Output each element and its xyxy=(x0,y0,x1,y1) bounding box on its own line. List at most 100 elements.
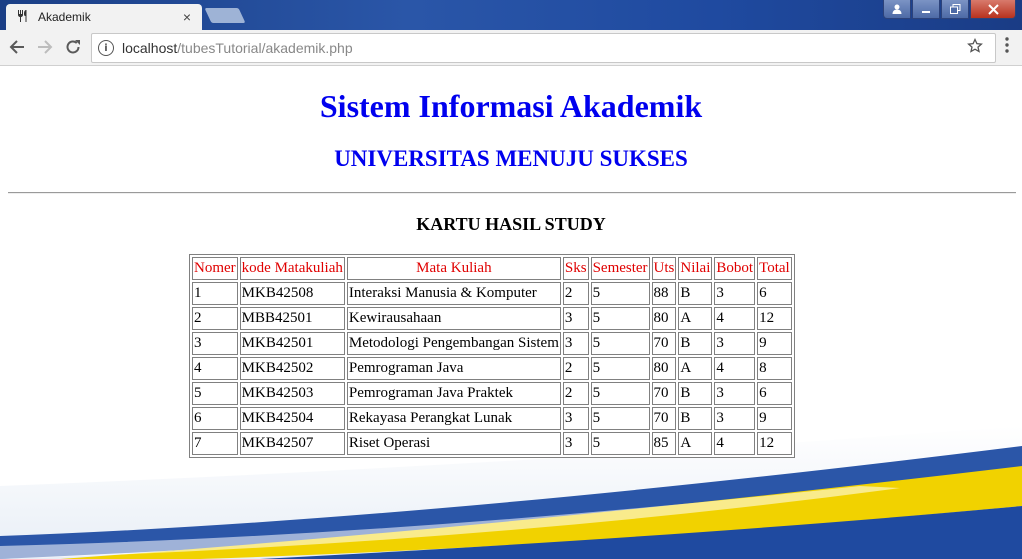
cell-bobot: 3 xyxy=(714,382,756,405)
cell-nomer: 7 xyxy=(192,432,238,455)
cell-semester: 5 xyxy=(590,407,650,430)
cell-uts: 70 xyxy=(651,382,677,405)
column-header: Total xyxy=(757,257,792,280)
user-icon[interactable] xyxy=(883,0,911,19)
cell-mata-kuliah: Metodologi Pengembangan Sistem xyxy=(346,332,561,355)
cell-kode: MKB42501 xyxy=(239,332,345,355)
table-row: 7 MKB42507 Riset Operasi 3 5 85 A 4 12 xyxy=(192,432,792,455)
url-path: /tubesTutorial/akademik.php xyxy=(177,40,353,56)
minimize-button[interactable] xyxy=(912,0,940,19)
cell-kode: MBB42501 xyxy=(239,307,345,330)
table-row: 1 MKB42508 Interaksi Manusia & Komputer 2 5 8… xyxy=(192,282,792,305)
cell-total: 12 xyxy=(757,307,792,330)
cell-bobot: 3 xyxy=(714,282,756,305)
cell-semester: 5 xyxy=(590,432,650,455)
browser-tab[interactable]: Akademik × xyxy=(6,4,202,30)
cell-mata-kuliah: Riset Operasi xyxy=(346,432,561,455)
cell-kode: MKB42503 xyxy=(239,382,345,405)
column-header: Mata Kuliah xyxy=(346,257,561,280)
cell-uts: 88 xyxy=(651,282,677,305)
back-button[interactable] xyxy=(6,36,28,58)
url-text[interactable]: localhost/tubesTutorial/akademik.php xyxy=(122,40,963,56)
browser-titlebar: Akademik × xyxy=(0,0,1022,30)
info-icon[interactable]: i xyxy=(98,40,114,56)
cell-uts: 80 xyxy=(651,307,677,330)
table-row: 6 MKB42504 Rekayasa Perangkat Lunak 3 5 70 B 3 9 xyxy=(192,407,792,430)
column-header: Uts xyxy=(651,257,677,280)
column-header: Bobot xyxy=(714,257,756,280)
cell-bobot: 3 xyxy=(714,407,756,430)
cell-uts: 80 xyxy=(651,357,677,380)
address-bar[interactable]: i localhost/tubesTutorial/akademik.php xyxy=(91,33,996,63)
tab-close-icon[interactable]: × xyxy=(178,9,196,25)
cell-bobot: 4 xyxy=(714,357,756,380)
web-page: Sistem Informasi Akademik UNIVERSITAS ME… xyxy=(0,66,1022,559)
cell-total: 12 xyxy=(757,432,792,455)
close-window-button[interactable] xyxy=(970,0,1016,19)
cell-uts: 85 xyxy=(651,432,677,455)
cell-mata-kuliah: Kewirausahaan xyxy=(346,307,561,330)
cell-kode: MKB42502 xyxy=(239,357,345,380)
cell-nilai: A xyxy=(678,357,713,380)
cell-kode: MKB42508 xyxy=(239,282,345,305)
cell-nilai: B xyxy=(678,282,713,305)
arrow-left-icon xyxy=(9,40,24,54)
table-body: 1 MKB42508 Interaksi Manusia & Komputer 2 5 8… xyxy=(192,282,792,455)
table-row: 4 MKB42502 Pemrograman Java 2 5 80 A 4 8 xyxy=(192,357,792,380)
cell-nomer: 2 xyxy=(192,307,238,330)
column-header: kode Matakuliah xyxy=(239,257,345,280)
grades-table: Nomer kode Matakuliah Mata Kuliah Sks Se… xyxy=(189,254,795,458)
horizontal-rule xyxy=(8,192,1016,194)
kebab-menu-icon[interactable] xyxy=(1000,37,1014,59)
reload-icon xyxy=(66,40,80,54)
cell-semester: 5 xyxy=(590,307,650,330)
cell-sks: 3 xyxy=(562,407,589,430)
cell-total: 6 xyxy=(757,382,792,405)
cell-mata-kuliah: Interaksi Manusia & Komputer xyxy=(346,282,561,305)
cell-uts: 70 xyxy=(651,407,677,430)
column-header: Semester xyxy=(590,257,650,280)
tab-title: Akademik xyxy=(38,10,91,24)
reload-button[interactable] xyxy=(62,36,84,58)
cell-bobot: 4 xyxy=(714,307,756,330)
cell-sks: 2 xyxy=(562,357,589,380)
restore-button[interactable] xyxy=(941,0,969,19)
cell-nomer: 3 xyxy=(192,332,238,355)
cell-uts: 70 xyxy=(651,332,677,355)
page-title: Sistem Informasi Akademik xyxy=(319,88,703,124)
cell-nilai: A xyxy=(678,432,713,455)
cell-nilai: A xyxy=(678,307,713,330)
cell-sks: 3 xyxy=(562,307,589,330)
cell-nilai: B xyxy=(678,407,713,430)
cell-semester: 5 xyxy=(590,382,650,405)
table-header-row: Nomer kode Matakuliah Mata Kuliah Sks Se… xyxy=(192,257,792,280)
window-controls xyxy=(882,0,1016,19)
cell-semester: 5 xyxy=(590,357,650,380)
cell-sks: 3 xyxy=(562,332,589,355)
cell-mata-kuliah: Pemrograman Java Praktek xyxy=(346,382,561,405)
cell-total: 8 xyxy=(757,357,792,380)
forward-button[interactable] xyxy=(34,36,56,58)
new-tab-button[interactable] xyxy=(204,8,246,23)
cell-mata-kuliah: Pemrograman Java xyxy=(346,357,561,380)
cell-total: 9 xyxy=(757,407,792,430)
table-row: 2 MBB42501 Kewirausahaan 3 5 80 A 4 12 xyxy=(192,307,792,330)
cell-sks: 2 xyxy=(562,382,589,405)
star-icon[interactable] xyxy=(963,37,987,59)
cell-bobot: 4 xyxy=(714,432,756,455)
cell-sks: 3 xyxy=(562,432,589,455)
column-header: Nilai xyxy=(678,257,713,280)
university-name: UNIVERSITAS MENUJU SUKSES xyxy=(334,146,688,171)
cell-nilai: B xyxy=(678,382,713,405)
table-row: 3 MKB42501 Metodologi Pengembangan Sistem 3… xyxy=(192,332,792,355)
cell-mata-kuliah: Rekayasa Perangkat Lunak xyxy=(346,407,561,430)
column-header: Sks xyxy=(562,257,589,280)
cell-kode: MKB42507 xyxy=(239,432,345,455)
cutlery-icon xyxy=(16,9,32,26)
cell-total: 9 xyxy=(757,332,792,355)
cell-semester: 5 xyxy=(590,282,650,305)
cell-nilai: B xyxy=(678,332,713,355)
cell-kode: MKB42504 xyxy=(239,407,345,430)
column-header: Nomer xyxy=(192,257,238,280)
section-title: KARTU HASIL STUDY xyxy=(416,214,606,234)
